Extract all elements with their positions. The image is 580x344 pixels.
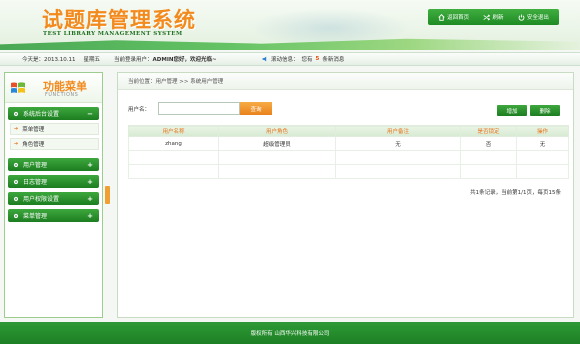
gear-icon xyxy=(13,162,19,167)
menu-group-permission-settings[interactable]: 用户权限设置 + xyxy=(8,192,99,205)
gear-icon xyxy=(13,111,19,116)
power-icon xyxy=(518,14,525,21)
username-label: 用户名： xyxy=(128,106,151,113)
submenu-item-label: 菜单管理 xyxy=(22,127,45,133)
expand-icon[interactable]: + xyxy=(87,212,93,220)
logout-button[interactable]: 安全退出 xyxy=(518,13,549,21)
home-button-label: 返回首页 xyxy=(447,15,470,21)
current-weekday: 星期五 xyxy=(83,57,101,63)
current-date: 今天是：2013.10.11 xyxy=(22,57,76,63)
notice-count[interactable]: 5 xyxy=(316,56,320,62)
gear-icon xyxy=(13,213,19,218)
column-header-actions: 操作 xyxy=(516,125,569,137)
login-user-prefix: 当前登录用户： xyxy=(114,57,153,63)
cell-locked: 否 xyxy=(460,136,517,151)
menu-title: 功能菜单 xyxy=(43,80,87,93)
home-icon xyxy=(438,13,445,21)
cell-remark: 无 xyxy=(335,136,461,151)
delete-button[interactable]: 删除 xyxy=(530,105,560,116)
menu-group-label: 用户权限设置 xyxy=(23,196,60,203)
login-user: 当前登录用户：ADMIN您好，欢迎光临~ xyxy=(114,55,217,63)
arrow-right-icon: ➔ xyxy=(14,141,19,147)
table-row[interactable]: zhang 超级管理员 无 否 无 xyxy=(128,136,569,151)
home-button[interactable]: 返回首页 xyxy=(438,13,469,21)
gear-icon xyxy=(13,196,19,201)
notice-suffix: 条新消息 xyxy=(322,57,345,63)
submenu-item-label: 角色管理 xyxy=(22,142,45,148)
menu-group-label: 用户管理 xyxy=(23,162,48,169)
notice-prefix: 滚动信息： xyxy=(271,57,299,63)
menu-group-user-management[interactable]: 用户管理 + xyxy=(8,158,99,171)
username-search-input[interactable] xyxy=(158,102,241,115)
menu-group-log-management[interactable]: 日志管理 + xyxy=(8,175,99,188)
action-buttons: 增加 删除 xyxy=(497,105,560,116)
table-row-empty xyxy=(128,164,569,179)
refresh-icon xyxy=(483,14,491,20)
column-header-locked: 是否锁定 xyxy=(460,125,517,137)
pagination-info: 共1条记录，当前第1/1页，每页15条 xyxy=(470,190,561,196)
app-subtitle: TEST LIBRARY MANAGEMENT SYSTEM xyxy=(43,31,183,37)
expand-icon[interactable]: + xyxy=(87,178,93,186)
expand-icon[interactable]: + xyxy=(87,195,93,203)
sidebar-toggle-handle[interactable] xyxy=(105,186,110,204)
gear-icon xyxy=(13,179,19,184)
breadcrumb: 当前位置：用户管理 >> 系统用户管理 xyxy=(118,73,573,90)
menu-group-menu-management[interactable]: 菜单管理 + xyxy=(8,209,99,222)
menu-group-system-settings[interactable]: 系统后台设置 − xyxy=(8,107,99,120)
sidebar: 功能菜单 FUNCTIONS 系统后台设置 − ➔ 菜单管理 ➔ 角色管理 用户… xyxy=(4,72,103,318)
menu-group-label: 系统后台设置 xyxy=(23,111,60,118)
menu-subtitle: FUNCTIONS xyxy=(45,93,79,98)
menu-group-label: 菜单管理 xyxy=(23,213,48,220)
column-header-remark: 用户备注 xyxy=(335,125,461,137)
cell-role: 超级管理员 xyxy=(218,136,336,151)
top-toolbar: 返回首页 刷新 安全退出 xyxy=(428,9,559,25)
logout-button-label: 安全退出 xyxy=(526,15,549,21)
column-header-username: 用户名称 xyxy=(128,125,219,137)
submenu-item-role-management[interactable]: ➔ 角色管理 xyxy=(10,138,99,150)
login-user-name: ADMIN您好，欢迎光临~ xyxy=(152,57,217,63)
info-bar: 今天是：2013.10.11 星期五 当前登录用户：ADMIN您好，欢迎光临~ … xyxy=(0,52,580,66)
cell-username: zhang xyxy=(128,136,219,151)
main-panel: 当前位置：用户管理 >> 系统用户管理 用户名： 查询 增加 删除 用户名称 用… xyxy=(117,72,574,318)
footer: 版权所有 山西华兴科技有限公司 xyxy=(0,322,580,344)
table-header-row: 用户名称 用户角色 用户备注 是否锁定 操作 xyxy=(128,125,569,137)
table-row-empty xyxy=(128,150,569,165)
menu-header: 功能菜单 FUNCTIONS xyxy=(5,73,102,103)
cell-actions: 无 xyxy=(516,136,569,151)
user-table: 用户名称 用户角色 用户备注 是否锁定 操作 zhang 超级管理员 无 否 无 xyxy=(128,125,569,179)
column-header-role: 用户角色 xyxy=(218,125,336,137)
notice-mid: 您有 xyxy=(301,57,313,63)
header: 试题库管理系统 TEST LIBRARY MANAGEMENT SYSTEM 返… xyxy=(0,0,580,50)
arrow-right-icon: ➔ xyxy=(14,126,19,132)
submenu-item-menu-management[interactable]: ➔ 菜单管理 xyxy=(10,123,99,135)
collapse-icon[interactable]: − xyxy=(87,110,93,118)
refresh-button-label: 刷新 xyxy=(492,15,504,21)
add-button[interactable]: 增加 xyxy=(497,105,527,116)
scroll-notice: 滚动信息： 您有 5 条新消息 xyxy=(262,55,344,63)
menu-group-label: 日志管理 xyxy=(23,179,48,186)
speaker-icon xyxy=(262,56,267,62)
query-button[interactable]: 查询 xyxy=(240,102,273,115)
refresh-button[interactable]: 刷新 xyxy=(483,13,504,21)
app-title: 试题库管理系统 xyxy=(42,7,196,32)
windows-logo-icon xyxy=(11,82,25,93)
search-row: 用户名： 查询 xyxy=(128,102,273,115)
expand-icon[interactable]: + xyxy=(87,161,93,169)
